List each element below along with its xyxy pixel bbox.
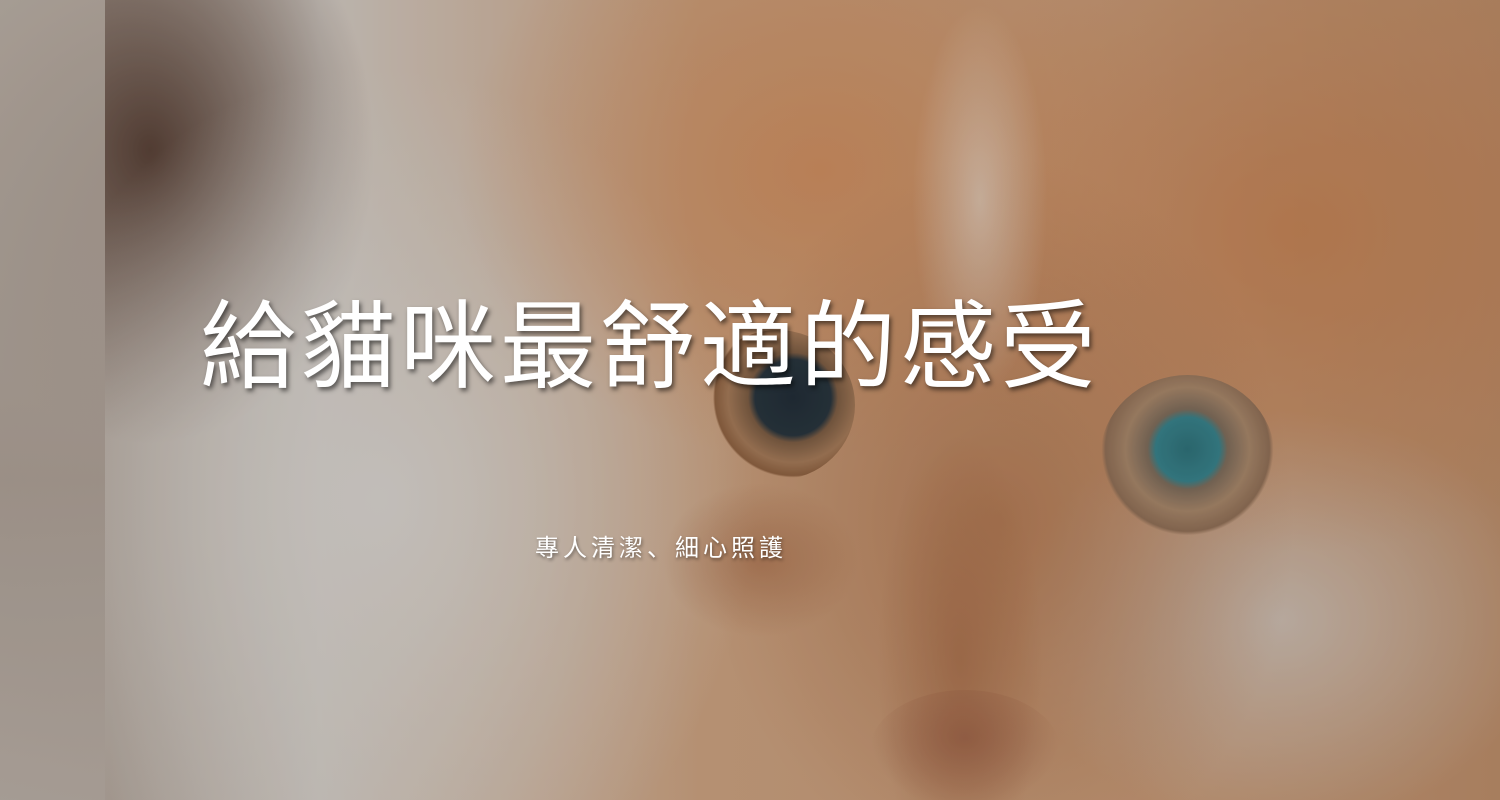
hero-title: 給貓咪最舒適的感受 [200,291,1100,403]
hero-section: 給貓咪最舒適的感受 專人清潔、細心照護 [0,0,1500,800]
hero-subtitle: 專人清潔、細心照護 [535,534,787,562]
